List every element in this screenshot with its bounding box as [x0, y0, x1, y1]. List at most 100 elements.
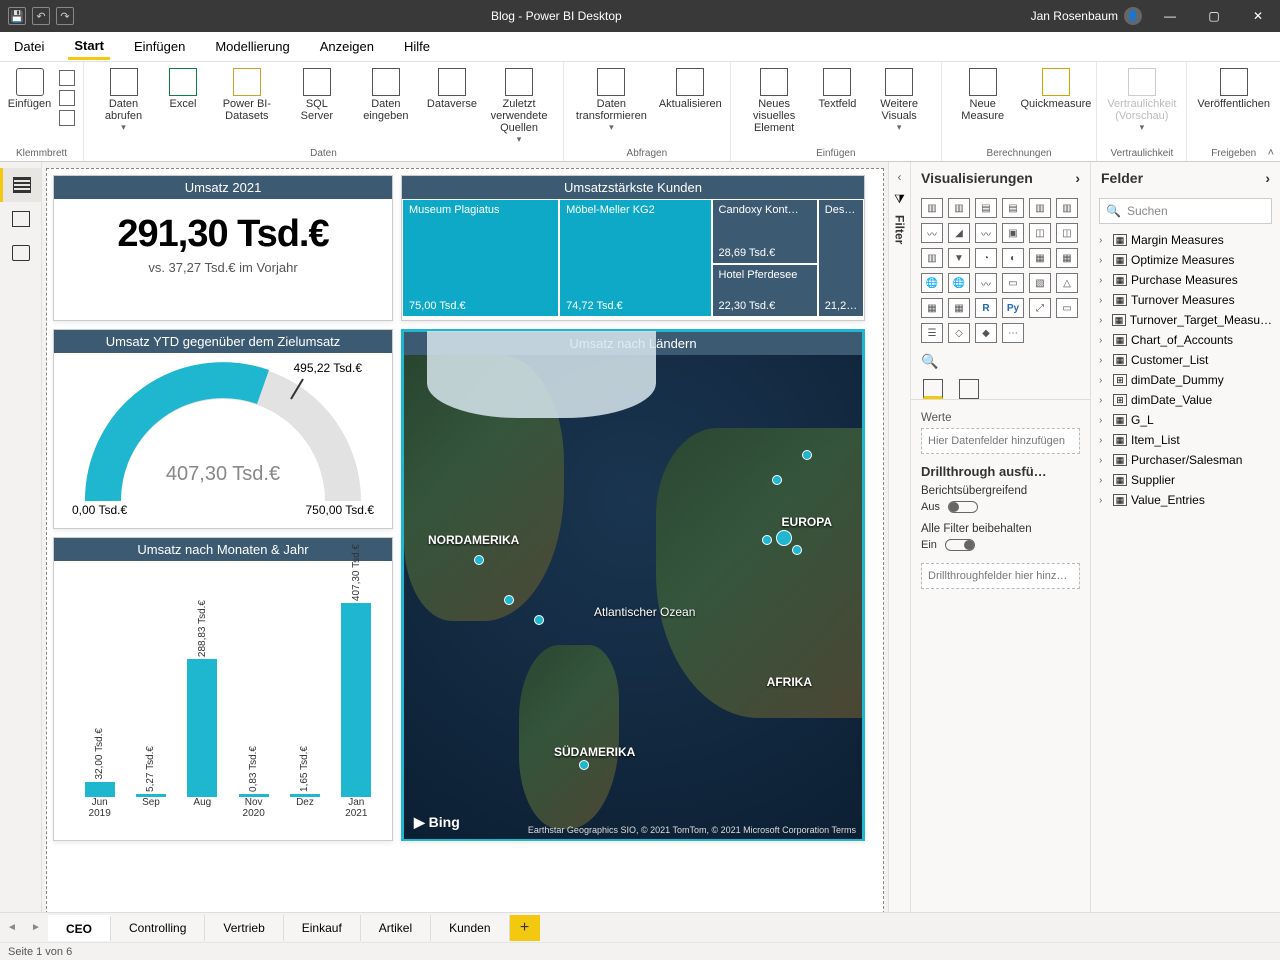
- viz-type-icon[interactable]: ▥: [1056, 198, 1078, 218]
- field-table-row[interactable]: ›▦Turnover_Target_Measu…: [1095, 310, 1276, 330]
- chevron-right-icon[interactable]: ›: [1075, 170, 1080, 186]
- menu-einfuegen[interactable]: Einfügen: [128, 35, 191, 58]
- expand-icon[interactable]: ›: [1099, 455, 1109, 466]
- menu-modellierung[interactable]: Modellierung: [209, 35, 295, 58]
- menu-start[interactable]: Start: [68, 34, 110, 60]
- treemap-cell[interactable]: Candoxy Kont…28,69 Tsd.€: [712, 199, 818, 264]
- viz-type-icon[interactable]: ▥: [1029, 198, 1051, 218]
- field-table-row[interactable]: ›▦Value_Entries: [1095, 490, 1276, 510]
- field-table-row[interactable]: ›▦Turnover Measures: [1095, 290, 1276, 310]
- viz-type-icon[interactable]: ◐: [1002, 248, 1024, 268]
- menu-datei[interactable]: Datei: [8, 35, 50, 58]
- page-tab[interactable]: Controlling: [111, 915, 205, 941]
- viz-type-icon[interactable]: ◢: [948, 223, 970, 243]
- paste-button[interactable]: Einfügen: [4, 66, 55, 112]
- expand-icon[interactable]: ›: [1099, 275, 1109, 286]
- format-tab[interactable]: [959, 379, 979, 399]
- viz-type-icon[interactable]: ◫: [1029, 223, 1051, 243]
- publish-button[interactable]: Veröffentlichen: [1191, 66, 1276, 112]
- page-tab[interactable]: Vertrieb: [205, 915, 283, 941]
- save-icon[interactable]: 💾: [8, 7, 26, 25]
- enterdata-button[interactable]: Daten eingeben: [347, 66, 425, 124]
- expand-icon[interactable]: ›: [1099, 495, 1109, 506]
- viz-type-icon[interactable]: ▭: [1002, 273, 1024, 293]
- kpi-visual[interactable]: Umsatz 2021 291,30 Tsd.€ vs. 37,27 Tsd.€…: [53, 175, 393, 321]
- pbi-datasets-button[interactable]: Power BI-Datasets: [207, 66, 287, 124]
- next-page-button[interactable]: ►: [24, 922, 48, 933]
- viz-type-icon[interactable]: Py: [1002, 298, 1024, 318]
- undo-icon[interactable]: ↶: [32, 7, 50, 25]
- field-table-row[interactable]: ›⊞dimDate_Dummy: [1095, 370, 1276, 390]
- viz-type-icon[interactable]: ▥: [921, 198, 943, 218]
- viz-type-icon[interactable]: ⋯: [1002, 323, 1024, 343]
- fields-tab[interactable]: [923, 379, 943, 399]
- add-page-button[interactable]: +: [510, 915, 540, 941]
- viz-type-icon[interactable]: ⤢: [1029, 298, 1051, 318]
- expand-icon[interactable]: ›: [1099, 255, 1109, 266]
- viz-type-icon[interactable]: R: [975, 298, 997, 318]
- page-tab[interactable]: CEO: [48, 915, 111, 941]
- viz-type-icon[interactable]: △: [1056, 273, 1078, 293]
- field-table-row[interactable]: ›⊞dimDate_Value: [1095, 390, 1276, 410]
- viz-type-icon[interactable]: ▼: [948, 248, 970, 268]
- treemap-cell[interactable]: Des…21,2…: [818, 199, 864, 317]
- treemap-cell[interactable]: Hotel Pferdesee22,30 Tsd.€: [712, 264, 818, 317]
- viz-type-icon[interactable]: ◔: [975, 248, 997, 268]
- viz-type-icon[interactable]: ◇: [948, 323, 970, 343]
- treemap-visual[interactable]: Umsatzstärkste Kunden Museum Plagiatus75…: [401, 175, 865, 321]
- getdata-button[interactable]: Daten abrufen▾: [88, 66, 159, 135]
- expand-icon[interactable]: ›: [1099, 315, 1108, 326]
- treemap-cell[interactable]: Museum Plagiatus75,00 Tsd.€: [402, 199, 559, 317]
- viz-type-icon[interactable]: ☰: [921, 323, 943, 343]
- viz-type-icon[interactable]: ◆: [975, 323, 997, 343]
- data-view-button[interactable]: [0, 202, 41, 236]
- map-visual[interactable]: Umsatz nach Ländern NORDAMERIKA EUROPA A…: [401, 329, 865, 841]
- maximize-button[interactable]: ▢: [1192, 0, 1236, 32]
- viz-type-icon[interactable]: ▧: [1029, 273, 1051, 293]
- expand-icon[interactable]: ›: [1099, 335, 1109, 346]
- field-table-row[interactable]: ›▦Margin Measures: [1095, 230, 1276, 250]
- expand-icon[interactable]: ›: [1099, 475, 1109, 486]
- viz-type-icon[interactable]: ▥: [921, 248, 943, 268]
- expand-icon[interactable]: ›: [1099, 415, 1109, 426]
- field-table-row[interactable]: ›▦G_L: [1095, 410, 1276, 430]
- barchart-visual[interactable]: Umsatz nach Monaten & Jahr 32,00 Tsd.€5,…: [53, 537, 393, 841]
- keep-filters-toggle[interactable]: Ein: [921, 535, 1080, 555]
- minimize-button[interactable]: —: [1148, 0, 1192, 32]
- viz-type-icon[interactable]: ▭: [1056, 298, 1078, 318]
- gauge-visual[interactable]: Umsatz YTD gegenüber dem Zielumsatz 495,…: [53, 329, 393, 529]
- page-tab[interactable]: Kunden: [431, 915, 509, 941]
- formatpainter-button[interactable]: [59, 110, 75, 126]
- viz-type-icon[interactable]: 🌐: [948, 273, 970, 293]
- avatar-icon[interactable]: 👤: [1124, 7, 1142, 25]
- viz-type-icon[interactable]: ▦: [1029, 248, 1051, 268]
- viz-type-icon[interactable]: ▥: [948, 198, 970, 218]
- field-table-row[interactable]: ›▦Item_List: [1095, 430, 1276, 450]
- prev-page-button[interactable]: ◄: [0, 922, 24, 933]
- viz-type-icon[interactable]: ▤: [1002, 198, 1024, 218]
- field-table-row[interactable]: ›▦Purchase Measures: [1095, 270, 1276, 290]
- close-button[interactable]: ✕: [1236, 0, 1280, 32]
- values-dropwell[interactable]: Hier Datenfelder hinzufügen: [921, 428, 1080, 454]
- chevron-left-icon[interactable]: ‹: [898, 170, 902, 184]
- menu-anzeigen[interactable]: Anzeigen: [314, 35, 380, 58]
- viz-type-icon[interactable]: 🌐: [921, 273, 943, 293]
- transform-button[interactable]: Daten transformieren▾: [568, 66, 655, 135]
- expand-icon[interactable]: ›: [1099, 295, 1109, 306]
- viz-type-icon[interactable]: ◫: [1056, 223, 1078, 243]
- dataverse-button[interactable]: Dataverse: [425, 66, 479, 112]
- expand-icon[interactable]: ›: [1099, 355, 1109, 366]
- cut-button[interactable]: [59, 70, 75, 86]
- refresh-button[interactable]: Aktualisieren: [655, 66, 726, 112]
- report-view-button[interactable]: [0, 168, 41, 202]
- field-table-row[interactable]: ›▦Supplier: [1095, 470, 1276, 490]
- expand-icon[interactable]: ›: [1099, 435, 1109, 446]
- viz-type-icon[interactable]: ▤: [975, 198, 997, 218]
- new-visual-button[interactable]: Neues visuelles Element: [735, 66, 814, 136]
- excel-button[interactable]: Excel: [159, 66, 207, 112]
- field-table-row[interactable]: ›▦Optimize Measures: [1095, 250, 1276, 270]
- sql-button[interactable]: SQL Server: [287, 66, 347, 124]
- quickmeasure-button[interactable]: Quickmeasure: [1020, 66, 1093, 112]
- viz-type-icon[interactable]: ▣: [1002, 223, 1024, 243]
- cross-report-toggle[interactable]: Aus: [921, 497, 1080, 517]
